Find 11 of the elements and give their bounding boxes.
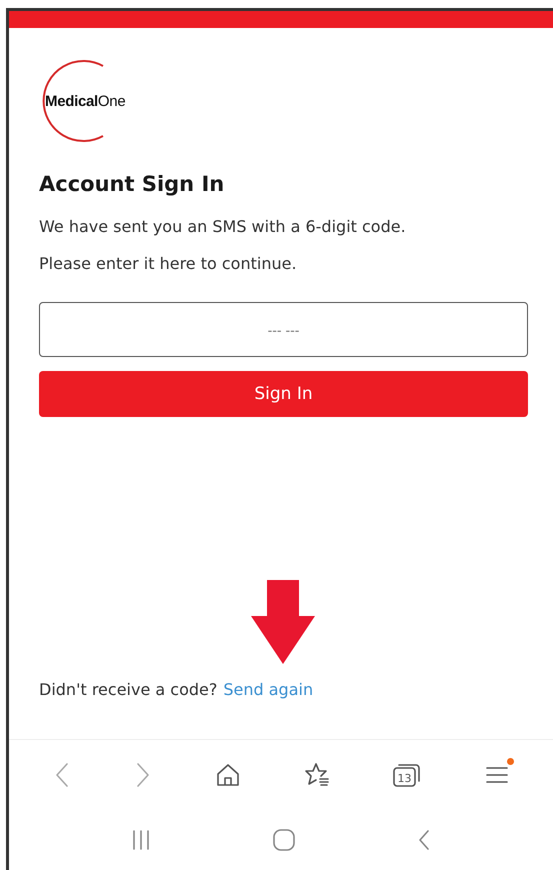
home-icon	[215, 762, 242, 788]
instruction-text: We have sent you an SMS with a 6-digit code.	[39, 216, 407, 238]
send-again-link[interactable]: Send again	[223, 680, 314, 699]
page-title: Account Sign In	[39, 172, 226, 196]
sign-in-button[interactable]: Sign In	[39, 371, 528, 417]
resend-prompt: Didn't receive a code?	[39, 680, 218, 699]
instruction-text: Please enter it here to continue.	[39, 253, 298, 275]
code-input-field[interactable]: --- ---	[39, 302, 528, 357]
star-list-icon	[302, 761, 331, 789]
logo-text: MedicalOne	[45, 92, 126, 110]
rounded-square-icon	[272, 828, 296, 852]
